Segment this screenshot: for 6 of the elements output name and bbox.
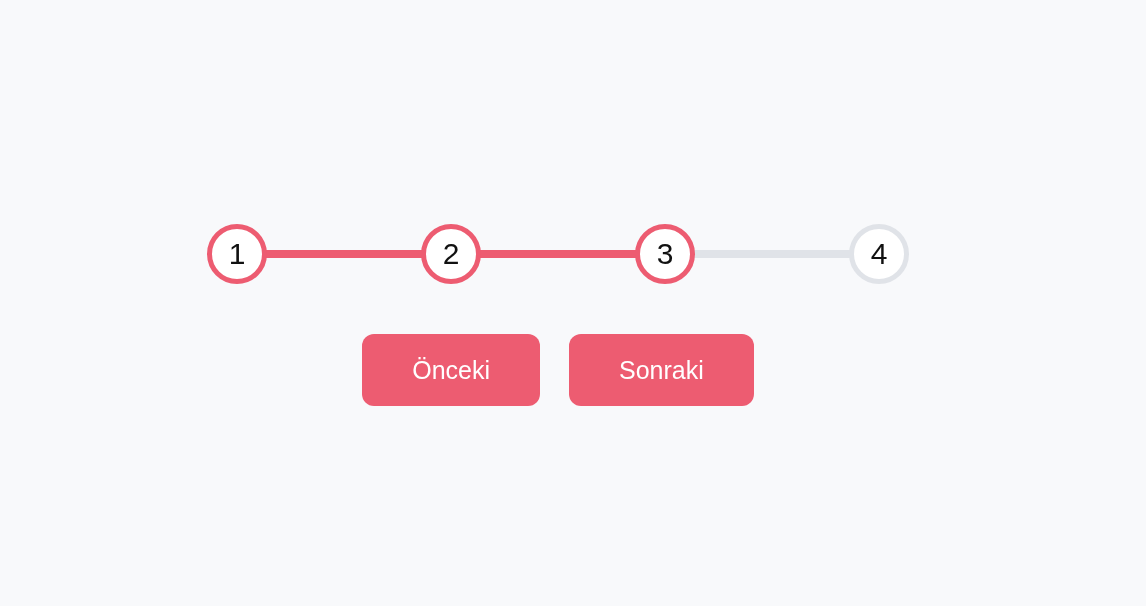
previous-button[interactable]: Önceki [362, 334, 540, 406]
step-indicator: 1 [207, 224, 267, 284]
step-indicator: 2 [421, 224, 481, 284]
step-indicator: 3 [635, 224, 695, 284]
next-button[interactable]: Sonraki [569, 334, 754, 406]
step-indicator: 4 [849, 224, 909, 284]
